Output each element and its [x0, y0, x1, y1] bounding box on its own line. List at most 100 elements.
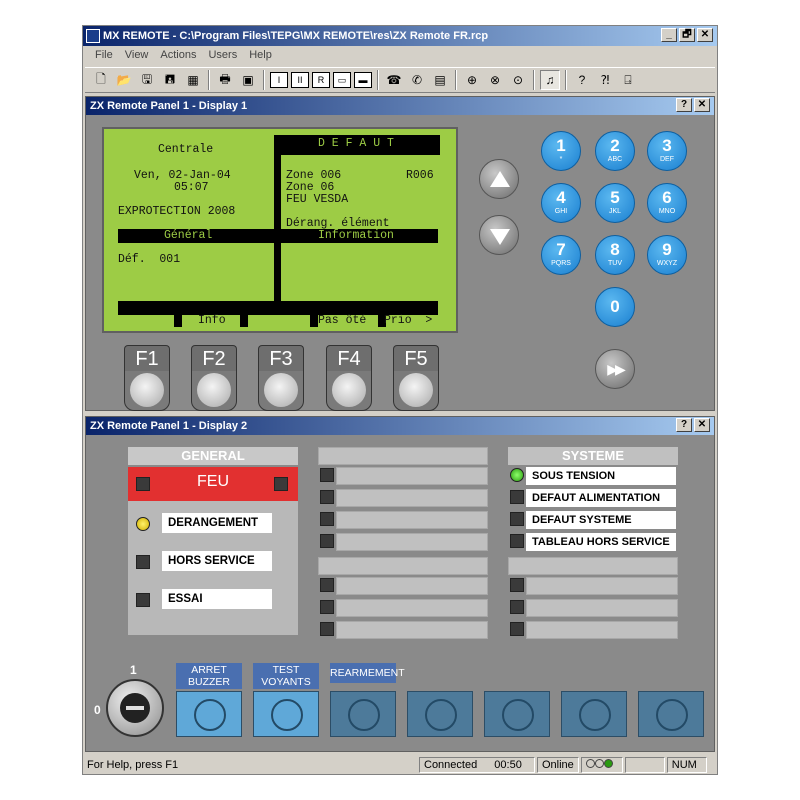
lcd-soft-bar: [118, 301, 438, 315]
cabinet-icon[interactable]: ▤: [430, 70, 450, 90]
numpad-digit: 7: [556, 240, 566, 259]
spare-button-4[interactable]: [638, 691, 704, 737]
properties-icon[interactable]: ▦: [183, 70, 203, 90]
numpad-digit: 1: [556, 136, 566, 155]
f1-key[interactable]: F1: [124, 345, 170, 411]
hors-service-led: [136, 555, 150, 569]
lcd-screen: Centrale Ven, 02-Jan-04 05:07 EXPROTECTI…: [102, 127, 458, 333]
menu-view[interactable]: View: [119, 47, 155, 65]
numpad-key-8[interactable]: 8 TUV: [595, 235, 635, 275]
status-help-text: For Help, press F1: [87, 759, 179, 771]
minimize-button[interactable]: _: [661, 28, 677, 42]
lcd-soft-info: Info: [198, 314, 226, 327]
open-icon[interactable]: 📂: [114, 70, 134, 90]
close-button[interactable]: ✕: [697, 28, 713, 42]
key-switch-pos1: 1: [130, 663, 137, 677]
menu-actions[interactable]: Actions: [154, 47, 202, 65]
numpad-key-7[interactable]: 7 PQRS: [541, 235, 581, 275]
f2-key-knob: [197, 373, 231, 407]
exit-icon[interactable]: ⍈: [618, 70, 638, 90]
menu-file[interactable]: File: [89, 47, 119, 65]
key-switch[interactable]: [106, 679, 164, 737]
f1-key-knob: [130, 373, 164, 407]
indicator-label-empty: [336, 621, 488, 639]
middle-header-empty: [318, 447, 488, 465]
phone-icon[interactable]: ☎: [384, 70, 404, 90]
defaut-systeme-label: DEFAUT SYSTEME: [526, 511, 676, 529]
test-voyants-label: TEST VOYANTS: [253, 663, 319, 689]
phone-disconnect-icon[interactable]: ✆: [407, 70, 427, 90]
context-help-icon[interactable]: ⁈: [595, 70, 615, 90]
add-node-icon[interactable]: ⊕: [462, 70, 482, 90]
feu-bar: FEU: [128, 467, 298, 501]
status-time: 00:50: [494, 759, 522, 771]
lcd-def-count: Déf. 001: [118, 253, 181, 266]
edit-node-icon[interactable]: ⊙: [508, 70, 528, 90]
f5-key-label: F5: [393, 345, 439, 371]
test-voyants-button[interactable]: [253, 691, 319, 737]
f4-key[interactable]: F4: [326, 345, 372, 411]
display-1-title-bar[interactable]: ZX Remote Panel 1 - Display 1 ? ✕: [86, 97, 714, 115]
numpad-letters: JKL: [608, 208, 622, 215]
new-icon[interactable]: 🗋: [91, 70, 111, 90]
level-1-icon[interactable]: I: [270, 72, 288, 88]
menu-help[interactable]: Help: [243, 47, 278, 65]
display-1-icon[interactable]: ▭: [333, 72, 351, 88]
numpad-key-5[interactable]: 5 JKL: [595, 183, 635, 223]
display-2-close-button[interactable]: ✕: [694, 418, 710, 432]
arret-buzzer-label: ARRET BUZZER: [176, 663, 242, 689]
numpad-key-0[interactable]: 0: [595, 287, 635, 327]
button-ring-icon: [425, 699, 457, 731]
numpad-key-2[interactable]: 2 ABC: [595, 131, 635, 171]
numpad-key-3[interactable]: 3 DEF: [647, 131, 687, 171]
arret-buzzer-button[interactable]: [176, 691, 242, 737]
indicator-led: [320, 622, 334, 636]
help-icon[interactable]: ?: [572, 70, 592, 90]
f3-key[interactable]: F3: [258, 345, 304, 411]
restore-button[interactable]: 🗗: [679, 28, 695, 42]
fast-forward-button[interactable]: ▶▶: [595, 349, 635, 389]
display-1-help-button[interactable]: ?: [676, 98, 692, 112]
numpad-key-1[interactable]: 1 *: [541, 131, 581, 171]
lcd-divider: [274, 135, 281, 307]
key-slot-icon: [126, 706, 144, 710]
save-all-icon[interactable]: 🖪: [160, 70, 180, 90]
arret-buzzer-label-2: BUZZER: [188, 676, 230, 688]
f4-key-label: F4: [326, 345, 372, 371]
spare-button-2[interactable]: [484, 691, 550, 737]
display-2-title-bar[interactable]: ZX Remote Panel 1 - Display 2 ? ✕: [86, 417, 714, 435]
toolbar-separator: [208, 70, 210, 90]
reset-icon[interactable]: R: [312, 72, 330, 88]
numpad-key-9[interactable]: 9 WXYZ: [647, 235, 687, 275]
display-2-help-button[interactable]: ?: [676, 418, 692, 432]
display-1-close-button[interactable]: ✕: [694, 98, 710, 112]
numpad-digit: 8: [610, 240, 620, 259]
lcd-zone3: FEU VESDA: [286, 193, 349, 206]
f1-key-label: F1: [124, 345, 170, 371]
arrow-up-button[interactable]: [479, 159, 519, 199]
rearmement-button[interactable]: [330, 691, 396, 737]
systeme-header: SYSTEME: [508, 447, 678, 465]
numpad-key-6[interactable]: 6 MNO: [647, 183, 687, 223]
status-connected: Connected: [424, 759, 478, 771]
save-icon[interactable]: 🖫: [137, 70, 157, 90]
sound-icon[interactable]: ♫: [540, 70, 560, 90]
print-icon[interactable]: 🖶: [215, 70, 235, 90]
indicator-led: [320, 534, 334, 548]
spare-button-1[interactable]: [407, 691, 473, 737]
spare-button-3[interactable]: [561, 691, 627, 737]
essai-led: [136, 593, 150, 607]
f5-key[interactable]: F5: [393, 345, 439, 411]
print-setup-icon[interactable]: ▣: [238, 70, 258, 90]
lcd-derang: Dérang. élément: [286, 217, 390, 230]
level-2-icon[interactable]: II: [291, 72, 309, 88]
toolbar: 🗋 📂 🖫 🖪 ▦ 🖶 ▣ I II R ▭ ▬ ☎ ✆ ▤ ⊕ ⊗ ⊙ ♫ ?…: [85, 67, 715, 93]
f2-key[interactable]: F2: [191, 345, 237, 411]
app-title-bar[interactable]: MX REMOTE - C:\Program Files\TEPG\MX REM…: [83, 26, 717, 46]
numpad-letters: MNO: [658, 208, 676, 215]
numpad-key-4[interactable]: 4 GHI: [541, 183, 581, 223]
remove-node-icon[interactable]: ⊗: [485, 70, 505, 90]
menu-users[interactable]: Users: [202, 47, 243, 65]
arrow-down-button[interactable]: [479, 215, 519, 255]
display-2-icon[interactable]: ▬: [354, 72, 372, 88]
